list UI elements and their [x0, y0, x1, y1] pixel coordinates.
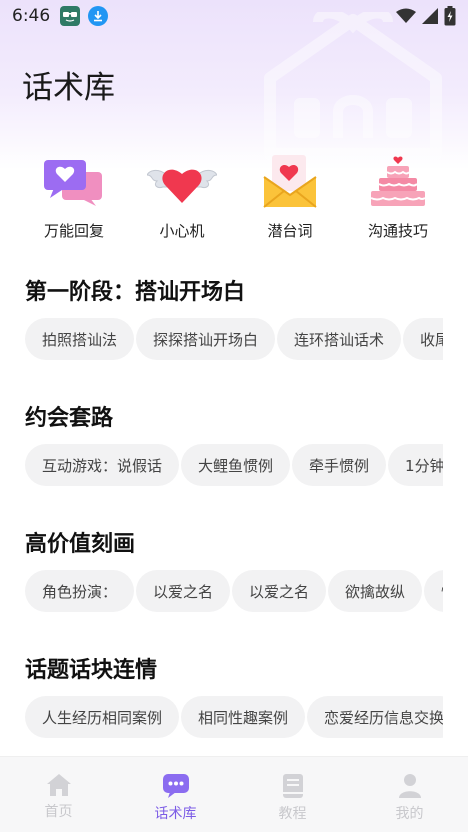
- tab-label: 首页: [44, 804, 73, 820]
- status-time: 6:46: [12, 6, 51, 26]
- tab-home[interactable]: 首页: [0, 757, 117, 832]
- topic-chip[interactable]: 恋爱经历信息交换: [307, 696, 443, 738]
- topic-chip[interactable]: 大鲤鱼惯例: [181, 444, 291, 486]
- status-bar: 6:46: [0, 0, 468, 32]
- tab-script-library[interactable]: 话术库: [117, 757, 234, 832]
- chat-icon: [162, 774, 189, 798]
- topic-chip[interactable]: 1分钟: [388, 444, 443, 486]
- tab-label: 我的: [395, 806, 424, 822]
- topic-chip[interactable]: 连环搭讪话术: [277, 318, 402, 360]
- topic-chip[interactable]: 角色扮演：: [25, 570, 135, 612]
- category-label: 潜台词: [267, 222, 313, 240]
- category-little-tricks[interactable]: 小心机: [128, 150, 236, 241]
- section-title: 第一阶段：搭讪开场白: [25, 280, 246, 305]
- battery-icon: [444, 6, 456, 26]
- topic-chip[interactable]: 相同性趣案例: [181, 696, 306, 738]
- download-icon: [88, 6, 109, 26]
- section-topic-chunks: 话题话块连情 人生经历相同案例 相同性趣案例 恋爱经历信息交换: [0, 652, 468, 752]
- chip-row[interactable]: 拍照搭讪法 探探搭讪开场白 连环搭讪话术 收尾: [25, 318, 443, 360]
- category-label: 沟通技巧: [367, 222, 428, 240]
- chat-bubbles-heart-icon: [39, 150, 109, 214]
- signal-icon: [422, 8, 438, 24]
- tab-label: 教程: [278, 806, 307, 822]
- cake-icon: [363, 150, 433, 214]
- topic-chip[interactable]: 情: [424, 570, 443, 612]
- chip-row[interactable]: 互动游戏：说假话 大鲤鱼惯例 牵手惯例 1分钟: [25, 444, 443, 486]
- tab-profile[interactable]: 我的: [351, 757, 468, 832]
- category-grid: 万能回复 小心机 潜台词 沟通技巧: [0, 150, 468, 241]
- section-title: 约会套路: [25, 406, 114, 431]
- topic-chip[interactable]: 欲擒故纵: [328, 570, 423, 612]
- app-notification-icon: [60, 6, 81, 26]
- winged-heart-icon: [147, 150, 217, 214]
- tab-tutorial[interactable]: 教程: [234, 757, 351, 832]
- topic-chip[interactable]: 牵手惯例: [292, 444, 387, 486]
- profile-icon: [398, 774, 421, 798]
- envelope-heart-icon: [255, 150, 325, 214]
- house-illustration-icon: [264, 12, 442, 160]
- page-title: 话术库: [22, 70, 115, 106]
- topic-chip[interactable]: 以爱之名: [136, 570, 231, 612]
- topic-chip[interactable]: 以爱之名: [232, 570, 327, 612]
- topic-chip[interactable]: 人生经历相同案例: [25, 696, 180, 738]
- book-icon: [282, 774, 303, 798]
- section-title: 高价值刻画: [25, 532, 136, 557]
- section-dating-routines: 约会套路 互动游戏：说假话 大鲤鱼惯例 牵手惯例 1分钟: [0, 400, 468, 500]
- topic-chip[interactable]: 探探搭讪开场白: [136, 318, 276, 360]
- category-label: 万能回复: [43, 222, 104, 240]
- topic-chip[interactable]: 拍照搭讪法: [25, 318, 135, 360]
- topic-chip[interactable]: 互动游戏：说假话: [25, 444, 180, 486]
- tab-label: 话术库: [154, 806, 197, 822]
- category-universal-reply[interactable]: 万能回复: [20, 150, 128, 241]
- wifi-icon: [396, 8, 416, 23]
- section-opening-lines: 第一阶段：搭讪开场白 拍照搭讪法 探探搭讪开场白 连环搭讪话术 收尾: [0, 274, 468, 374]
- category-subtext[interactable]: 潜台词: [236, 150, 344, 241]
- chip-row[interactable]: 人生经历相同案例 相同性趣案例 恋爱经历信息交换: [25, 696, 443, 738]
- category-communication-skills[interactable]: 沟通技巧: [344, 150, 452, 241]
- topic-chip[interactable]: 收尾: [403, 318, 443, 360]
- bottom-tab-bar: 首页 话术库 教程 我的: [0, 756, 468, 832]
- category-label: 小心机: [159, 222, 205, 240]
- section-title: 话题话块连情: [25, 658, 158, 683]
- section-high-value: 高价值刻画 角色扮演： 以爱之名 以爱之名 欲擒故纵 情: [0, 526, 468, 626]
- chip-row[interactable]: 角色扮演： 以爱之名 以爱之名 欲擒故纵 情: [25, 570, 443, 612]
- home-icon: [46, 774, 71, 796]
